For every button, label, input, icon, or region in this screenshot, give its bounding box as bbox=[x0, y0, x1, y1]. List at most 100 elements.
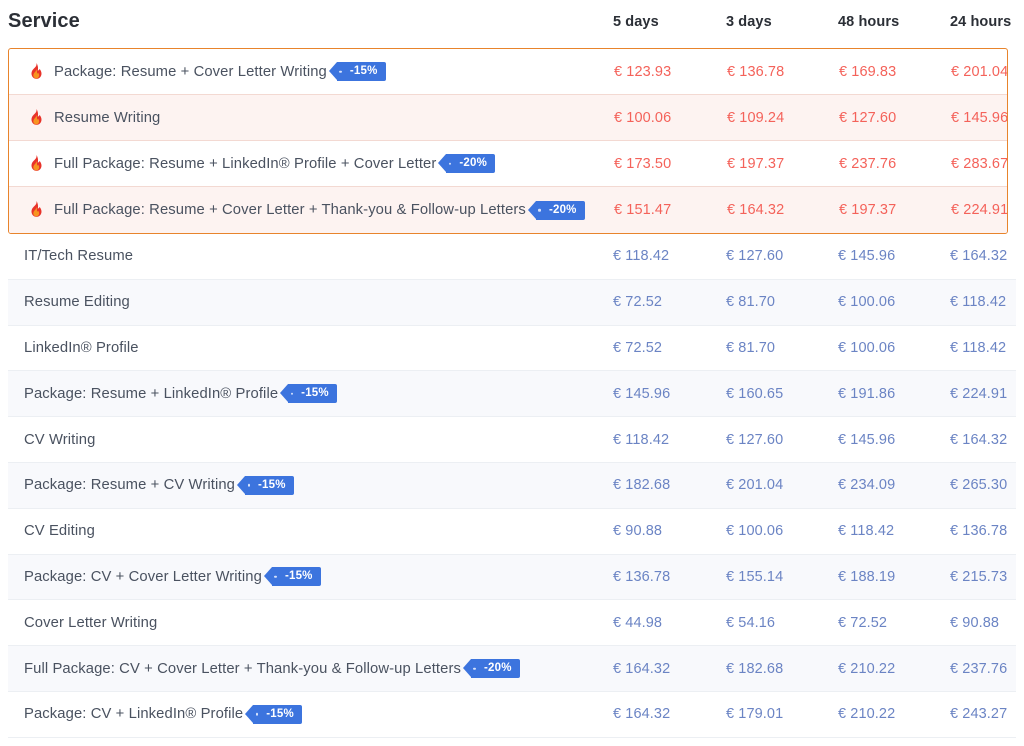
service-cell: Resume Editing bbox=[8, 294, 584, 310]
price-cell: € 145.96 bbox=[613, 385, 671, 402]
service-cell: Cover Letter Writing bbox=[8, 615, 584, 631]
table-row[interactable]: Package: Resume + CV Writing -15% € 182.68… bbox=[8, 462, 1016, 509]
table-row[interactable]: Resume Writing € 100.06 € 109.24 € 127.60 € … bbox=[9, 95, 1007, 141]
table-row[interactable]: Full Package: Resume + LinkedIn® Profile… bbox=[9, 141, 1007, 187]
price-cell: € 127.60 bbox=[839, 109, 897, 126]
table-row[interactable]: Full Package: CV + Cover Letter + Thank-… bbox=[8, 646, 1016, 692]
service-cell: LinkedIn® Profile bbox=[8, 340, 584, 356]
column-header-24-hours: 24 hours bbox=[950, 14, 1012, 30]
price-cell: € 118.42 bbox=[950, 339, 1007, 356]
service-name: Full Package: Resume + Cover Letter + Th… bbox=[54, 202, 526, 218]
price-cell: € 145.96 bbox=[838, 431, 896, 448]
table-row[interactable]: Package: Resume + Cover Letter Writing -1… bbox=[9, 49, 1007, 95]
table-row[interactable]: IT/Tech Resume € 118.42 € 127.60 € 145.96 € … bbox=[8, 234, 1016, 280]
price-cell: € 81.70 bbox=[726, 339, 776, 356]
table-row[interactable]: CV Writing € 118.42 € 127.60 € 145.96 € 164.… bbox=[8, 417, 1016, 463]
table-row[interactable]: Package: CV + LinkedIn® Profile -15% € 164… bbox=[8, 692, 1016, 738]
flame-icon bbox=[25, 199, 47, 221]
discount-badge: -15% bbox=[245, 704, 302, 724]
price-cell: € 224.91 bbox=[950, 385, 1008, 402]
price-cell: € 188.19 bbox=[838, 568, 896, 585]
column-header-service: Service bbox=[8, 10, 80, 32]
price-cell: € 265.30 bbox=[950, 477, 1008, 494]
price-cell: € 160.65 bbox=[726, 385, 784, 402]
price-cell: € 179.01 bbox=[726, 706, 784, 723]
price-cell: € 72.52 bbox=[613, 339, 663, 356]
price-cell: € 44.98 bbox=[613, 614, 663, 631]
price-cell: € 118.42 bbox=[950, 294, 1007, 311]
price-cell: € 127.60 bbox=[726, 248, 784, 265]
column-header-5-days: 5 days bbox=[613, 14, 659, 30]
price-cell: € 127.60 bbox=[726, 431, 784, 448]
price-cell: € 90.88 bbox=[950, 614, 1000, 631]
discount-badge: -15% bbox=[237, 475, 294, 495]
price-cell: € 182.68 bbox=[613, 477, 671, 494]
service-name: LinkedIn® Profile bbox=[24, 339, 139, 356]
price-cell: € 118.42 bbox=[838, 523, 895, 540]
service-name: Resume Writing bbox=[54, 109, 161, 126]
service-name: CV Writing bbox=[24, 431, 96, 448]
service-name: Package: CV + LinkedIn® Profile bbox=[24, 706, 244, 723]
flame-icon bbox=[25, 61, 47, 83]
price-cell: € 118.42 bbox=[613, 248, 670, 265]
service-name: Package: CV + Cover Letter Writing bbox=[24, 568, 262, 585]
price-cell: € 210.22 bbox=[838, 660, 896, 677]
price-cell: € 100.06 bbox=[614, 109, 672, 126]
service-cell: Full Package: Resume + LinkedIn® Profile… bbox=[9, 153, 585, 175]
table-row[interactable]: CV Editing € 90.88 € 100.06 € 118.42 € 136.7… bbox=[8, 509, 1016, 555]
service-cell: Package: CV + LinkedIn® Profile -15% bbox=[8, 704, 584, 724]
discount-badge: -15% bbox=[280, 384, 337, 404]
price-cell: € 136.78 bbox=[613, 568, 671, 585]
price-cell: € 164.32 bbox=[727, 202, 785, 218]
service-cell: Full Package: Resume + Cover Letter + Th… bbox=[9, 199, 585, 221]
price-cell: € 123.93 bbox=[614, 63, 672, 80]
table-row[interactable]: Resume Editing € 72.52 € 81.70 € 100.06 € 11… bbox=[8, 279, 1016, 326]
table-row[interactable]: Cover Letter Writing € 44.98 € 54.16 € 72.5… bbox=[8, 600, 1016, 647]
price-cell: € 164.32 bbox=[613, 706, 671, 723]
service-cell: CV Writing bbox=[8, 432, 584, 448]
service-name: Package: Resume + LinkedIn® Profile bbox=[24, 385, 279, 402]
table-row[interactable]: LinkedIn® Profile € 72.52 € 81.70 € 100.06 €… bbox=[8, 326, 1016, 372]
price-cell: € 173.50 bbox=[614, 155, 672, 172]
service-name: Package: Resume + CV Writing bbox=[24, 477, 236, 494]
price-cell: € 100.06 bbox=[838, 294, 896, 311]
price-cell: € 54.16 bbox=[726, 614, 776, 631]
price-cell: € 201.04 bbox=[951, 63, 1008, 80]
price-cell: € 169.83 bbox=[839, 63, 897, 80]
discount-badge: -15% bbox=[328, 62, 386, 81]
price-cell: € 234.09 bbox=[838, 477, 896, 494]
services-list: IT/Tech Resume € 118.42 € 127.60 € 145.96 € … bbox=[0, 234, 1024, 738]
price-cell: € 145.96 bbox=[951, 109, 1008, 126]
price-cell: € 164.32 bbox=[950, 248, 1008, 265]
service-name: CV Editing bbox=[24, 523, 95, 540]
service-name: Package: Resume + Cover Letter Writing bbox=[54, 63, 327, 80]
service-name: Full Package: Resume + LinkedIn® Profile… bbox=[54, 155, 437, 172]
table-row[interactable]: Package: CV + Cover Letter Writing -15% € … bbox=[8, 554, 1016, 601]
price-cell: € 283.67 bbox=[951, 155, 1008, 172]
price-cell: € 164.32 bbox=[613, 660, 671, 677]
price-cell: € 109.24 bbox=[727, 109, 785, 126]
pricing-table: Service 5 days 3 days 48 hours 24 hours … bbox=[0, 0, 1024, 738]
price-cell: € 164.32 bbox=[950, 431, 1008, 448]
price-cell: € 224.91 bbox=[951, 202, 1008, 218]
price-cell: € 155.14 bbox=[726, 568, 784, 585]
discount-badge: -20% bbox=[438, 154, 496, 173]
price-cell: € 118.42 bbox=[613, 431, 670, 448]
service-cell: Resume Writing bbox=[9, 107, 585, 129]
price-cell: € 237.76 bbox=[950, 660, 1008, 677]
flame-icon bbox=[25, 107, 47, 129]
discount-badge: -20% bbox=[527, 200, 585, 220]
service-cell: CV Editing bbox=[8, 523, 584, 539]
column-header-48-hours: 48 hours bbox=[838, 14, 900, 30]
flame-icon bbox=[25, 153, 47, 175]
price-cell: € 215.73 bbox=[950, 568, 1008, 585]
discount-badge: -15% bbox=[263, 567, 321, 587]
table-header-row: Service 5 days 3 days 48 hours 24 hours bbox=[0, 0, 1024, 48]
table-row[interactable]: Full Package: Resume + Cover Letter + Th… bbox=[9, 187, 1007, 233]
service-name: Cover Letter Writing bbox=[24, 614, 158, 631]
table-row[interactable]: Package: Resume + LinkedIn® Profile -15% €… bbox=[8, 371, 1016, 418]
service-name: IT/Tech Resume bbox=[24, 248, 134, 265]
service-cell: IT/Tech Resume bbox=[8, 248, 584, 264]
price-cell: € 197.37 bbox=[727, 155, 785, 172]
price-cell: € 81.70 bbox=[726, 294, 776, 311]
